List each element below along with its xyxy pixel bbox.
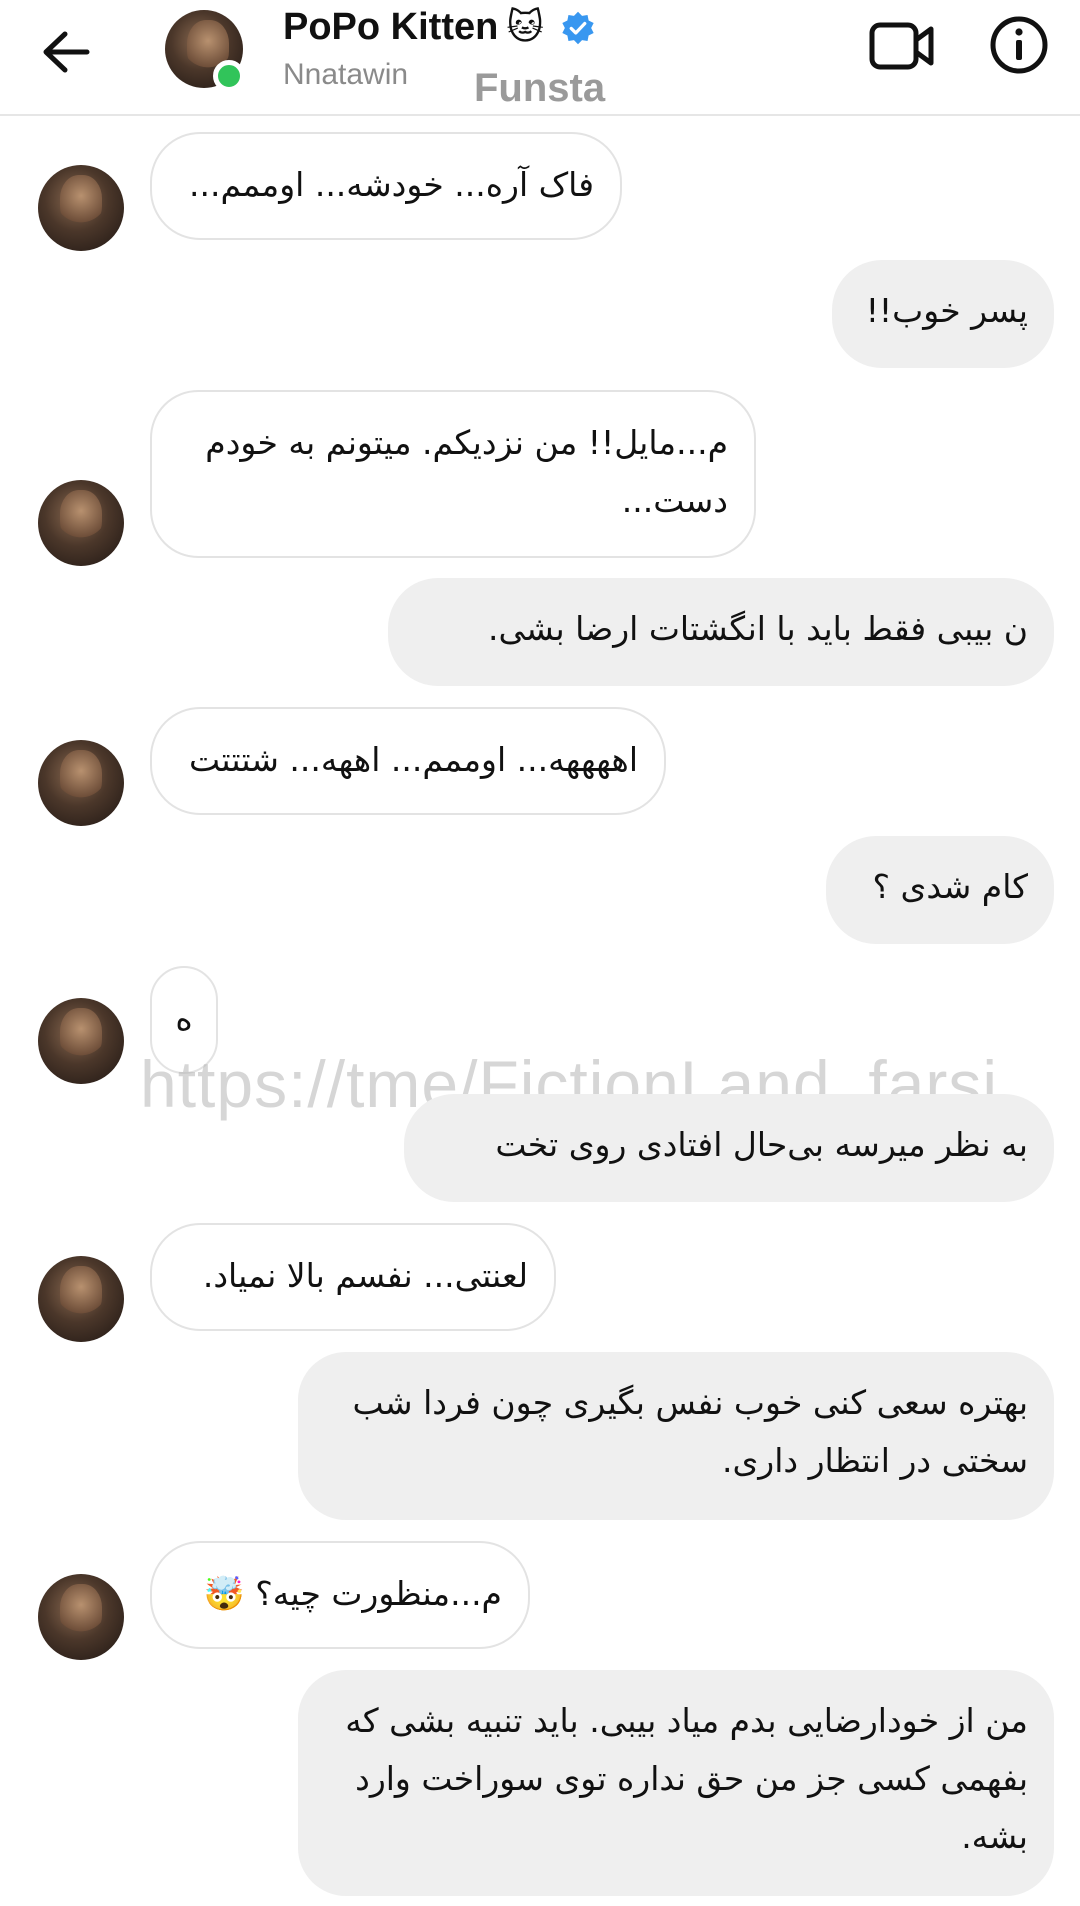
message-bubble-incoming[interactable]: فاک آره... خودشه... اوممم... bbox=[150, 132, 622, 240]
back-button[interactable] bbox=[36, 22, 96, 82]
message-text: ن بیبی فقط باید با انگشتات ارضا بشی. bbox=[488, 609, 1028, 648]
message-bubble-incoming[interactable]: م...منظورت چیه؟ 🤯 bbox=[150, 1541, 530, 1649]
video-call-button[interactable] bbox=[866, 14, 938, 78]
contact-name: PoPo Kitten bbox=[283, 6, 499, 48]
message-bubble-outgoing[interactable]: به نظر میرسه بی‌حال افتادی روی تخت bbox=[404, 1094, 1054, 1202]
message-text: م...مایل!! من نزدیکم. میتونم به خودم دست… bbox=[205, 423, 728, 520]
cat-emoji: 🐱 bbox=[506, 6, 544, 48]
video-camera-icon bbox=[869, 22, 934, 70]
message-bubble-outgoing[interactable]: پسر خوب!! bbox=[832, 260, 1054, 368]
verified-badge-icon bbox=[562, 11, 594, 44]
message-text: کام شدی ؟ bbox=[872, 867, 1029, 906]
message-bubble-outgoing[interactable]: ن بیبی فقط باید با انگشتات ارضا بشی. bbox=[388, 578, 1054, 686]
sender-avatar[interactable] bbox=[38, 480, 124, 566]
message-bubble-incoming[interactable]: لعنتی... نفسم بالا نمیاد. bbox=[150, 1223, 556, 1331]
message-text: اههههه... اوممم... اههه... شتتتت bbox=[189, 740, 638, 779]
sender-avatar[interactable] bbox=[38, 165, 124, 251]
message-text: من از خودارضایی بدم میاد بیبی. باید تنبی… bbox=[345, 1701, 1028, 1856]
message-bubble-outgoing[interactable]: کام شدی ؟ bbox=[826, 836, 1054, 944]
chat-header: PoPo Kitten 🐱 Nnatawin Funsta bbox=[0, 0, 1080, 116]
back-arrow-icon bbox=[43, 31, 90, 73]
sender-avatar[interactable] bbox=[38, 1574, 124, 1660]
info-icon bbox=[990, 16, 1048, 74]
message-bubble-incoming[interactable]: اههههه... اوممم... اههه... شتتتت bbox=[150, 707, 666, 815]
message-text: م...منظورت چیه؟ 🤯 bbox=[203, 1574, 502, 1613]
message-text: پسر خوب!! bbox=[865, 291, 1028, 330]
sender-avatar[interactable] bbox=[38, 998, 124, 1084]
message-text: به نظر میرسه بی‌حال افتادی روی تخت bbox=[495, 1125, 1028, 1164]
message-text: فاک آره... خودشه... اوممم... bbox=[189, 165, 594, 204]
message-text: ه bbox=[175, 999, 193, 1038]
contact-title-row[interactable]: PoPo Kitten 🐱 bbox=[283, 6, 596, 49]
funsta-watermark: Funsta bbox=[474, 66, 606, 110]
message-bubble-outgoing[interactable]: بهتره سعی کنی خوب نفس بگیری چون فردا شب … bbox=[298, 1352, 1054, 1520]
contact-username: Nnatawin bbox=[283, 58, 409, 91]
message-bubble-outgoing[interactable]: من از خودارضایی بدم میاد بیبی. باید تنبی… bbox=[298, 1670, 1054, 1896]
info-button[interactable] bbox=[986, 12, 1052, 78]
online-status-dot bbox=[213, 60, 245, 92]
sender-avatar[interactable] bbox=[38, 1256, 124, 1342]
message-bubble-incoming[interactable]: م...مایل!! من نزدیکم. میتونم به خودم دست… bbox=[150, 390, 756, 558]
message-text: لعنتی... نفسم بالا نمیاد. bbox=[202, 1256, 528, 1295]
message-text: بهتره سعی کنی خوب نفس بگیری چون فردا شب … bbox=[352, 1383, 1028, 1480]
sender-avatar[interactable] bbox=[38, 740, 124, 826]
